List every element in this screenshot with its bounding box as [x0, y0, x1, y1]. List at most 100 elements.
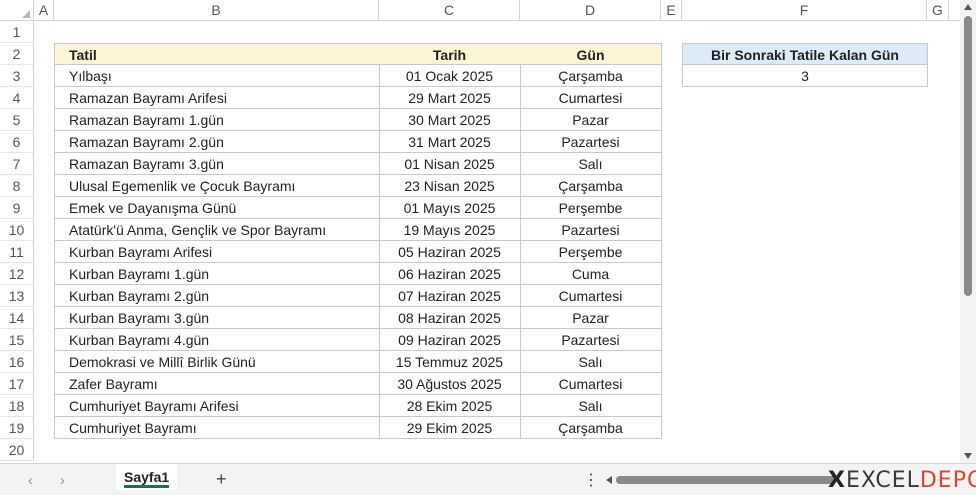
- table-cell-gun[interactable]: Cumartesi: [520, 87, 662, 109]
- table-cell-tarih[interactable]: 31 Mart 2025: [379, 131, 521, 153]
- table-cell-tatil[interactable]: Kurban Bayramı 4.gün: [54, 329, 380, 351]
- next-holiday-countdown-value[interactable]: 3: [682, 65, 928, 87]
- table-cell-gun[interactable]: Cumartesi: [520, 285, 662, 307]
- horizontal-scroll-thumb[interactable]: [616, 476, 836, 484]
- table-cell-tarih[interactable]: 23 Nisan 2025: [379, 175, 521, 197]
- row-header-15[interactable]: 15: [0, 329, 34, 351]
- table-cell-gun[interactable]: Salı: [520, 153, 662, 175]
- scroll-up-icon[interactable]: [964, 4, 972, 10]
- row-header-14[interactable]: 14: [0, 307, 34, 329]
- more-options-icon[interactable]: ⋮: [583, 470, 599, 490]
- table-cell-tarih[interactable]: 01 Nisan 2025: [379, 153, 521, 175]
- table-cell-tatil[interactable]: Ramazan Bayramı 3.gün: [54, 153, 380, 175]
- table-cell-tatil[interactable]: Kurban Bayramı 2.gün: [54, 285, 380, 307]
- row-header-10[interactable]: 10: [0, 219, 34, 241]
- table-cell-gun[interactable]: Salı: [520, 395, 662, 417]
- column-header-c[interactable]: C: [379, 0, 520, 21]
- table-header-tatil[interactable]: Tatil: [54, 43, 380, 65]
- table-cell-tatil[interactable]: Ramazan Bayramı 1.gün: [54, 109, 380, 131]
- column-header-d[interactable]: D: [520, 0, 661, 21]
- sheet-tab-sayfa1[interactable]: Sayfa1: [116, 464, 178, 490]
- add-sheet-button[interactable]: +: [216, 469, 227, 490]
- row-header-19[interactable]: 19: [0, 417, 34, 439]
- column-header-g[interactable]: G: [927, 0, 949, 21]
- table-cell-gun[interactable]: Perşembe: [520, 197, 662, 219]
- logo-depo: DEPO: [919, 468, 976, 493]
- scroll-down-icon[interactable]: [964, 453, 972, 459]
- row-header-18[interactable]: 18: [0, 395, 34, 417]
- prev-sheet-icon[interactable]: ‹: [28, 472, 33, 488]
- table-cell-gun[interactable]: Çarşamba: [520, 65, 662, 87]
- table-cell-tatil[interactable]: Emek ve Dayanışma Günü: [54, 197, 380, 219]
- row-header-9[interactable]: 9: [0, 197, 34, 219]
- table-cell-tarih[interactable]: 19 Mayıs 2025: [379, 219, 521, 241]
- table-cell-gun[interactable]: Salı: [520, 351, 662, 373]
- row-header-6[interactable]: 6: [0, 131, 34, 153]
- table-cell-tarih[interactable]: 29 Mart 2025: [379, 87, 521, 109]
- column-header-a[interactable]: A: [34, 0, 54, 21]
- table-cell-gun[interactable]: Cumartesi: [520, 373, 662, 395]
- row-header-5[interactable]: 5: [0, 109, 34, 131]
- row-header-3[interactable]: 3: [0, 65, 34, 87]
- logo-excel: EXCEL: [845, 468, 920, 493]
- table-cell-tatil[interactable]: Ulusal Egemenlik ve Çocuk Bayramı: [54, 175, 380, 197]
- table-cell-tatil[interactable]: Kurban Bayramı 3.gün: [54, 307, 380, 329]
- row-header-2[interactable]: 2: [0, 43, 34, 65]
- row-header-1[interactable]: 1: [0, 21, 34, 43]
- table-cell-gun[interactable]: Çarşamba: [520, 417, 662, 439]
- row-header-17[interactable]: 17: [0, 373, 34, 395]
- table-cell-gun[interactable]: Pazartesi: [520, 131, 662, 153]
- table-cell-tatil[interactable]: Ramazan Bayramı Arifesi: [54, 87, 380, 109]
- table-cell-tarih[interactable]: 09 Haziran 2025: [379, 329, 521, 351]
- table-cell-tarih[interactable]: 07 Haziran 2025: [379, 285, 521, 307]
- horizontal-scrollbar[interactable]: [606, 474, 846, 486]
- column-header-e[interactable]: E: [661, 0, 682, 21]
- table-cell-tatil[interactable]: Yılbaşı: [54, 65, 380, 87]
- table-cell-tatil[interactable]: Demokrasi ve Millî Birlik Günü: [54, 351, 380, 373]
- column-header-b[interactable]: B: [54, 0, 379, 21]
- select-all-corner[interactable]: [0, 0, 34, 21]
- table-cell-tarih[interactable]: 01 Mayıs 2025: [379, 197, 521, 219]
- table-cell-gun[interactable]: Cuma: [520, 263, 662, 285]
- table-cell-gun[interactable]: Perşembe: [520, 241, 662, 263]
- table-cell-tarih[interactable]: 30 Ağustos 2025: [379, 373, 521, 395]
- column-header-f[interactable]: F: [682, 0, 927, 21]
- row-header-20[interactable]: 20: [0, 439, 34, 461]
- scroll-left-icon[interactable]: [606, 476, 612, 484]
- table-cell-tarih[interactable]: 15 Temmuz 2025: [379, 351, 521, 373]
- table-cell-gun[interactable]: Pazar: [520, 307, 662, 329]
- table-header-gun[interactable]: Gün: [520, 43, 662, 65]
- sheet-tab-bar: ‹ › Sayfa1 + ⋮ XEXCELDEPO: [0, 463, 976, 495]
- table-cell-gun[interactable]: Pazartesi: [520, 329, 662, 351]
- row-header-13[interactable]: 13: [0, 285, 34, 307]
- row-header-12[interactable]: 12: [0, 263, 34, 285]
- row-header-7[interactable]: 7: [0, 153, 34, 175]
- vertical-scrollbar[interactable]: [960, 0, 976, 463]
- row-header-11[interactable]: 11: [0, 241, 34, 263]
- table-cell-tarih[interactable]: 28 Ekim 2025: [379, 395, 521, 417]
- table-cell-tatil[interactable]: Kurban Bayramı Arifesi: [54, 241, 380, 263]
- table-cell-tarih[interactable]: 06 Haziran 2025: [379, 263, 521, 285]
- table-cell-tatil[interactable]: Cumhuriyet Bayramı Arifesi: [54, 395, 380, 417]
- table-cell-tarih[interactable]: 01 Ocak 2025: [379, 65, 521, 87]
- table-header-tarih[interactable]: Tarih: [379, 43, 521, 65]
- vertical-scroll-thumb[interactable]: [964, 16, 972, 296]
- next-holiday-countdown-header[interactable]: Bir Sonraki Tatile Kalan Gün: [682, 43, 928, 65]
- table-cell-tarih[interactable]: 05 Haziran 2025: [379, 241, 521, 263]
- table-cell-tarih[interactable]: 08 Haziran 2025: [379, 307, 521, 329]
- table-cell-tatil[interactable]: Ramazan Bayramı 2.gün: [54, 131, 380, 153]
- row-header-4[interactable]: 4: [0, 87, 34, 109]
- row-header-16[interactable]: 16: [0, 351, 34, 373]
- table-cell-tarih[interactable]: 29 Ekim 2025: [379, 417, 521, 439]
- next-sheet-icon[interactable]: ›: [60, 472, 65, 488]
- exceldepo-logo: XEXCELDEPO: [828, 468, 976, 493]
- table-cell-tarih[interactable]: 30 Mart 2025: [379, 109, 521, 131]
- row-header-8[interactable]: 8: [0, 175, 34, 197]
- table-cell-tatil[interactable]: Cumhuriyet Bayramı: [54, 417, 380, 439]
- table-cell-tatil[interactable]: Atatürk'ü Anma, Gençlik ve Spor Bayramı: [54, 219, 380, 241]
- table-cell-gun[interactable]: Pazartesi: [520, 219, 662, 241]
- table-cell-tatil[interactable]: Zafer Bayramı: [54, 373, 380, 395]
- table-cell-gun[interactable]: Çarşamba: [520, 175, 662, 197]
- table-cell-gun[interactable]: Pazar: [520, 109, 662, 131]
- table-cell-tatil[interactable]: Kurban Bayramı 1.gün: [54, 263, 380, 285]
